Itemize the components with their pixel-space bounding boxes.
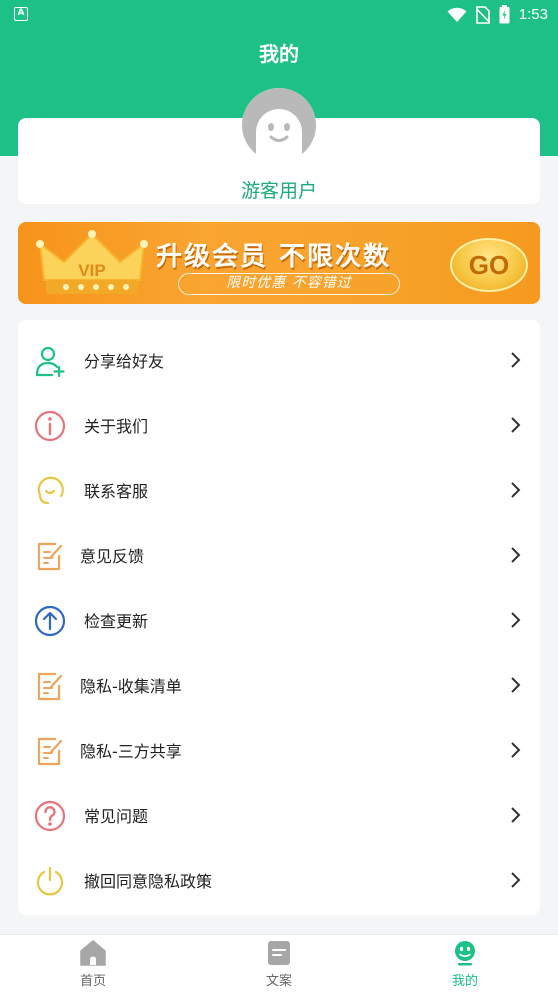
menu-list: 分享给好友 关于我们 联系客服 意见反馈 检查更新 隐私-收集清单 隐私-三方共… (18, 320, 540, 915)
menu-item-share[interactable]: 分享给好友 (18, 328, 540, 393)
menu-item-faq[interactable]: 常见问题 (18, 783, 540, 848)
bottom-tab-bar: 首页 文案 我的 (0, 934, 558, 992)
chevron-right-icon (511, 352, 521, 368)
clock: 1:53 (518, 6, 548, 23)
tab-label: 文案 (265, 974, 292, 989)
menu-item-label: 隐私-三方共享 (80, 742, 182, 761)
menu-item-check-update[interactable]: 检查更新 (18, 588, 540, 653)
battery-icon (499, 5, 510, 24)
feedback-icon (37, 542, 63, 571)
wifi-icon (447, 7, 467, 22)
page-title: 我的 (259, 42, 299, 66)
update-icon (34, 605, 66, 637)
menu-item-label: 意见反馈 (80, 547, 145, 566)
crown-icon: VIP (36, 230, 148, 294)
chevron-right-icon (511, 807, 521, 823)
menu-item-label: 撤回同意隐私政策 (84, 872, 213, 891)
status-icons: 1:53 (447, 5, 548, 24)
tab-copywriting[interactable]: 文案 (186, 935, 372, 992)
menu-item-label: 关于我们 (84, 417, 149, 436)
menu-item-label: 隐私-收集清单 (80, 677, 182, 696)
home-icon (80, 940, 106, 966)
document-icon (268, 941, 290, 965)
chevron-right-icon (511, 547, 521, 563)
customer-service-icon (37, 476, 64, 505)
privacy-share-icon (37, 737, 63, 766)
privacy-list-icon (37, 672, 63, 701)
add-user-icon (35, 346, 65, 377)
tab-mine[interactable]: 我的 (372, 935, 558, 992)
menu-item-label: 联系客服 (84, 482, 149, 501)
go-button-label: GO (468, 250, 510, 280)
notification-icon: A (14, 7, 28, 21)
tab-label: 首页 (79, 974, 106, 989)
go-button[interactable]: GO (450, 238, 528, 292)
menu-item-privacy-collection[interactable]: 隐私-收集清单 (18, 653, 540, 718)
vip-crown-text: VIP (78, 261, 105, 280)
vip-title: 升级会员 不限次数 (156, 242, 392, 272)
tab-home[interactable]: 首页 (0, 935, 186, 992)
menu-item-label: 检查更新 (84, 612, 149, 631)
status-bar: A 1:53 (0, 0, 558, 30)
chevron-right-icon (511, 872, 521, 888)
chevron-right-icon (511, 417, 521, 433)
avatar[interactable] (242, 88, 316, 162)
menu-item-customer-service[interactable]: 联系客服 (18, 458, 540, 523)
power-icon (36, 866, 64, 896)
profile-face-icon (455, 941, 475, 966)
menu-item-feedback[interactable]: 意见反馈 (18, 523, 540, 588)
chevron-right-icon (511, 742, 521, 758)
default-avatar-icon (242, 88, 316, 162)
vip-upgrade-banner[interactable]: VIP 升级会员 不限次数 限时优惠 不容错过 GO (18, 222, 540, 304)
chevron-right-icon (511, 677, 521, 693)
question-icon (34, 800, 66, 832)
chevron-right-icon (511, 482, 521, 498)
vip-subtitle: 限时优惠 不容错过 (178, 273, 400, 295)
menu-item-revoke-privacy[interactable]: 撤回同意隐私政策 (18, 848, 540, 913)
chevron-right-icon (511, 612, 521, 628)
tab-label: 我的 (451, 974, 478, 989)
info-icon (34, 410, 66, 442)
menu-item-privacy-sharing[interactable]: 隐私-三方共享 (18, 718, 540, 783)
menu-item-about[interactable]: 关于我们 (18, 393, 540, 458)
no-sim-icon (475, 5, 490, 24)
username[interactable]: 游客用户 (0, 176, 558, 203)
menu-item-label: 常见问题 (84, 807, 149, 826)
menu-item-label: 分享给好友 (84, 352, 165, 371)
